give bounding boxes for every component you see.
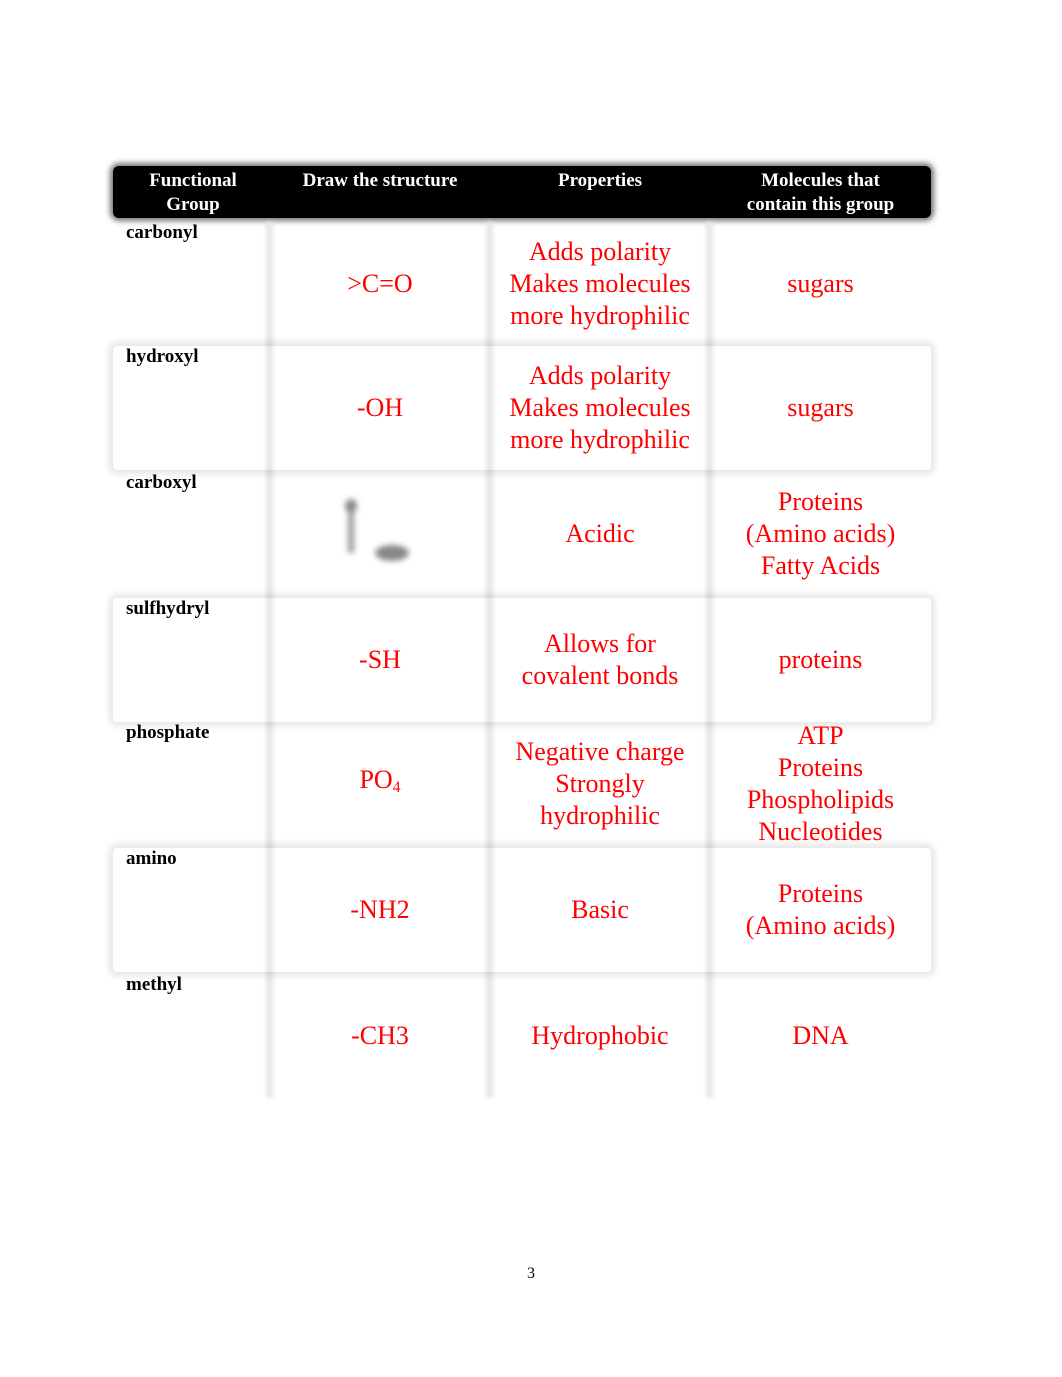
molecule-line: Nucleotides (758, 817, 883, 846)
property-line: more hydrophilic (510, 425, 690, 454)
molecule-line: Proteins (777, 487, 864, 516)
molecules-cell: Proteins (Amino acids) (710, 848, 931, 972)
properties-cell: Adds polarity Makes molecules more hydroph… (490, 346, 710, 470)
header-text: Group (166, 194, 220, 215)
properties-cell: Acidic (490, 472, 710, 596)
molecule-line: Proteins (777, 879, 864, 908)
molecules-cell: proteins (710, 598, 931, 722)
structure-text: -SH (359, 644, 401, 676)
molecules-cell: Proteins (Amino acids) Fatty Acids (710, 472, 931, 596)
property-line: more hydrophilic (510, 301, 690, 330)
functional-group-name: phosphate (126, 722, 210, 743)
header-text: Properties (557, 170, 643, 191)
functional-group-name: sulfhydryl (126, 598, 210, 619)
properties-cell: Negative charge Strongly hydrophilic (490, 722, 710, 846)
header-text: Draw the structure (302, 170, 458, 191)
molecule-line: (Amino acids) (745, 519, 896, 548)
property-line: Strongly (555, 769, 645, 798)
structure-cell: -CH3 (270, 974, 490, 1098)
property-line: Adds polarity (528, 237, 672, 266)
structure-formula: >C=O (347, 269, 413, 298)
structure-cell: -OH (270, 346, 490, 470)
functional-group-name: methyl (126, 974, 182, 995)
structure-cell: >C=O (270, 222, 490, 346)
structure-cell: -SH (270, 598, 490, 722)
structure-text: -OH (357, 392, 403, 424)
table-row: phosphate PO4 Negative charge Strongly hydro… (113, 721, 931, 846)
header-text: Molecules that (761, 170, 880, 191)
table-row: methyl -CH3 Hydrophobic DNA (113, 974, 931, 1098)
molecule-line: proteins (778, 645, 863, 674)
molecules-cell: sugars (710, 222, 931, 346)
functional-group-name: amino (126, 848, 177, 869)
header-text: Functional (149, 170, 237, 191)
structure-subscript: 4 (392, 779, 401, 796)
properties-cell: Adds polarity Makes molecules more hydroph… (490, 222, 710, 346)
property-line: Negative charge (515, 737, 685, 766)
property-line: Basic (571, 895, 629, 924)
table-row: carboxyl Acidic Proteins (Amino acids) Fatty… (113, 472, 931, 596)
molecule-line: sugars (787, 269, 854, 298)
functional-group-name: hydroxyl (126, 346, 199, 367)
structure-cell: -NH2 (270, 848, 490, 972)
molecule-line: (Amino acids) (745, 911, 896, 940)
property-line: Acidic (565, 519, 635, 548)
structure-text: >C=O (347, 268, 412, 300)
molecules-cell: DNA (710, 974, 931, 1098)
structure-cell (270, 472, 490, 596)
carboxyl-structure-icon (335, 499, 425, 569)
property-line: hydrophilic (540, 801, 660, 830)
property-line: Hydrophobic (531, 1021, 669, 1050)
molecule-line: DNA (792, 1021, 849, 1050)
table-row: amino -NH2 Basic Proteins (Amino acids) (113, 848, 931, 972)
structure-formula: -NH2 (350, 895, 410, 924)
header-functional-group: Functional Group (113, 169, 273, 217)
functional-group-name: carbonyl (126, 222, 198, 243)
table-row: sulfhydryl -SH Allows for covalent bonds pro… (113, 598, 931, 722)
table-row: carbonyl >C=O Adds polarity Makes molecules… (113, 222, 931, 346)
structure-cell: PO4 (270, 722, 490, 846)
property-line: Makes molecules (509, 393, 691, 422)
header-structure: Draw the structure (270, 169, 490, 193)
table-header: Functional Group Draw the structure Prop… (113, 166, 931, 218)
molecule-line: sugars (787, 393, 854, 422)
molecules-cell: sugars (710, 346, 931, 470)
molecule-line: Proteins (777, 753, 864, 782)
property-line: Allows for (544, 629, 656, 658)
molecule-line: ATP (797, 721, 844, 750)
header-properties: Properties (490, 169, 710, 193)
page-number: 3 (527, 1265, 535, 1282)
structure-text: -NH2 (350, 894, 409, 926)
properties-cell: Allows for covalent bonds (490, 598, 710, 722)
structure-formula: PO (359, 765, 393, 794)
structure-formula: -OH (356, 393, 404, 422)
structure-formula: -CH3 (351, 1021, 409, 1050)
structure-text: PO4 (359, 764, 400, 804)
molecule-line: Fatty Acids (760, 551, 881, 580)
properties-cell: Basic (490, 848, 710, 972)
molecule-line: Phospholipids (746, 785, 895, 814)
structure-formula: -SH (359, 645, 401, 674)
property-line: Makes molecules (509, 269, 691, 298)
header-text: contain this group (746, 194, 895, 215)
functional-group-name: carboxyl (126, 472, 197, 493)
table-row: hydroxyl -OH Adds polarity Makes molecules m… (113, 346, 931, 470)
structure-text: -CH3 (351, 1020, 409, 1052)
property-line: covalent bonds (521, 661, 679, 690)
header-molecules: Molecules that contain this group (710, 169, 931, 217)
properties-cell: Hydrophobic (490, 974, 710, 1098)
molecules-cell: ATP Proteins Phospholipids Nucleotides (710, 721, 931, 846)
property-line: Adds polarity (528, 361, 672, 390)
